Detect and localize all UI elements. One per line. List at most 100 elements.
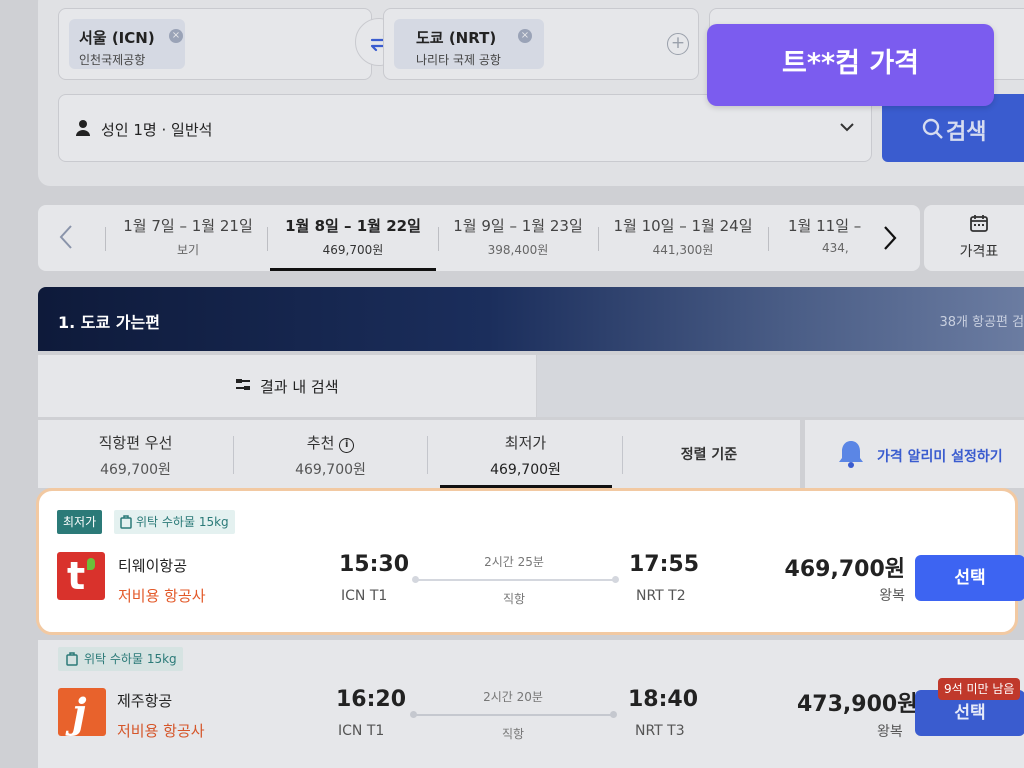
arrival-time: 17:55 <box>629 552 700 577</box>
sort-criteria-select[interactable]: 정렬 기준 <box>618 420 800 488</box>
sort-label: 최저가 <box>504 434 547 452</box>
selected-underline <box>270 268 436 271</box>
chevron-right-icon[interactable] <box>874 221 914 255</box>
baggage-badge: 위탁 수하물 15kg <box>114 510 235 534</box>
section-title: 1. 도쿄 가는편 <box>58 313 160 332</box>
flight-duration: 2시간 25분 <box>484 555 544 569</box>
origin-field[interactable]: 서울 (ICN) 인천국제공항 × <box>58 8 372 80</box>
search-button-label: 검색 <box>946 120 987 145</box>
sort-bar: 직항편 우선 469,700원 추천 i 469,700원 최저가 469,70… <box>38 420 800 488</box>
cheapest-badge: 최저가 <box>57 510 103 534</box>
inner-search-button[interactable]: 결과 내 검색 <box>38 355 536 417</box>
arrival-terminal: NRT T2 <box>636 588 686 604</box>
trip-type: 왕복 <box>879 588 905 604</box>
sort-label: 정렬 기준 <box>680 447 738 463</box>
baggage-label: 위탁 수하물 15kg <box>136 515 229 529</box>
destination-chip[interactable]: 도쿄 (NRT) 나리타 국제 공항 × <box>394 19 544 69</box>
bell-icon <box>839 441 863 468</box>
date-price: 434, <box>822 241 849 255</box>
route-dot <box>610 711 617 718</box>
price-table-label: 가격표 <box>959 244 999 260</box>
close-icon[interactable]: × <box>169 29 183 43</box>
airline-type: 저비용 항공사 <box>118 587 206 605</box>
price-source-banner: 트**컴 가격 <box>707 24 994 106</box>
destination-code: 도쿄 (NRT) <box>416 29 497 47</box>
origin-name: 인천국제공항 <box>79 53 146 67</box>
passenger-label: 성인 1명 · 일반석 <box>101 121 213 139</box>
route-line <box>413 714 613 716</box>
section-header: 1. 도쿄 가는편 38개 항공편 검색됨 <box>38 287 1024 351</box>
select-button[interactable]: 선택 <box>915 555 1024 601</box>
route-line <box>415 579 615 581</box>
flight-duration: 2시간 20분 <box>483 690 543 704</box>
trip-type: 왕복 <box>877 724 903 740</box>
close-icon[interactable]: × <box>518 29 532 43</box>
departure-time: 16:20 <box>336 687 407 712</box>
sort-label: 직항편 우선 <box>98 434 173 452</box>
date-price: 469,700원 <box>322 243 384 257</box>
date-option[interactable]: 1월 11일 – 434, <box>780 205 870 271</box>
date-range: 1월 10일 – 1월 24일 <box>613 217 753 235</box>
sort-price: 469,700원 <box>100 462 171 478</box>
arrival-terminal: NRT T3 <box>635 723 685 739</box>
date-option[interactable]: 1월 10일 – 1월 24일 441,300원 <box>603 205 763 271</box>
sort-label: 추천 <box>306 434 335 452</box>
filter-icon <box>236 379 250 390</box>
flight-price: 469,700원 <box>784 557 905 582</box>
price-alert-button[interactable]: 가격 알리미 설정하기 <box>805 420 1024 488</box>
tway-logo: t <box>57 552 105 600</box>
date-option[interactable]: 1월 7일 – 1월 21일 보기 <box>118 205 258 271</box>
date-option-selected[interactable]: 1월 8일 – 1월 22일 469,700원 <box>270 205 436 271</box>
price-alert-label: 가격 알리미 설정하기 <box>877 449 1003 465</box>
add-icon[interactable]: + <box>667 33 689 55</box>
filter-area <box>537 355 1024 417</box>
flight-card[interactable]: 위탁 수하물 15kg j 제주항공 저비용 항공사 16:20 ICN T1 … <box>38 640 1024 768</box>
date-price: 보기 <box>176 243 200 257</box>
flight-price: 473,900원 <box>797 692 918 717</box>
airline-name: 제주항공 <box>117 692 173 710</box>
route-dot <box>612 576 619 583</box>
departure-terminal: ICN T1 <box>338 723 385 739</box>
info-icon[interactable]: i <box>339 438 355 453</box>
origin-chip[interactable]: 서울 (ICN) 인천국제공항 × <box>69 19 185 69</box>
seats-left-badge: 9석 미만 남음 <box>938 678 1021 700</box>
date-range: 1월 11일 – <box>788 217 862 235</box>
stops-label: 직항 <box>502 592 526 606</box>
arrival-time: 18:40 <box>628 687 699 712</box>
date-price: 398,400원 <box>487 243 549 257</box>
price-table-button[interactable]: 가격표 <box>924 205 1024 271</box>
result-count: 38개 항공편 검색됨 <box>939 315 1024 330</box>
date-range: 1월 9일 – 1월 23일 <box>453 217 583 235</box>
stops-label: 직항 <box>501 727 525 741</box>
sort-direct[interactable]: 직항편 우선 469,700원 <box>38 420 233 488</box>
origin-code: 서울 (ICN) <box>79 29 155 47</box>
date-strip: 1월 7일 – 1월 21일 보기 1월 8일 – 1월 22일 469,700… <box>38 205 920 271</box>
chevron-left-icon[interactable] <box>58 223 74 255</box>
airline-name: 티웨이항공 <box>118 557 188 575</box>
inner-search-label: 결과 내 검색 <box>260 378 339 396</box>
airline-type: 저비용 항공사 <box>117 722 205 740</box>
sort-price: 469,700원 <box>490 462 561 478</box>
person-icon <box>76 120 90 136</box>
sort-price: 469,700원 <box>295 462 366 478</box>
date-price: 441,300원 <box>652 243 714 257</box>
sort-cheapest[interactable]: 최저가 469,700원 <box>428 420 623 488</box>
luggage-icon <box>120 515 132 529</box>
luggage-icon <box>66 652 78 666</box>
sort-label-row: 추천 i <box>233 432 428 453</box>
departure-terminal: ICN T1 <box>341 588 388 604</box>
flight-card[interactable]: 최저가 위탁 수하물 15kg t 티웨이항공 저비용 항공사 15:30 IC… <box>36 488 1024 635</box>
date-option[interactable]: 1월 9일 – 1월 23일 398,400원 <box>443 205 593 271</box>
jejuair-logo: j <box>58 688 106 736</box>
sort-recommended[interactable]: 추천 i 469,700원 <box>233 420 428 488</box>
destination-field[interactable]: 도쿄 (NRT) 나리타 국제 공항 × + <box>383 8 699 80</box>
chevron-down-icon[interactable] <box>839 121 855 133</box>
departure-time: 15:30 <box>339 552 410 577</box>
date-range: 1월 8일 – 1월 22일 <box>285 217 421 235</box>
destination-name: 나리타 국제 공항 <box>416 53 501 67</box>
date-range: 1월 7일 – 1월 21일 <box>123 217 253 235</box>
calendar-icon <box>970 215 988 232</box>
search-icon <box>922 118 943 139</box>
baggage-label: 위탁 수하물 15kg <box>84 652 177 666</box>
baggage-badge: 위탁 수하물 15kg <box>58 647 183 671</box>
